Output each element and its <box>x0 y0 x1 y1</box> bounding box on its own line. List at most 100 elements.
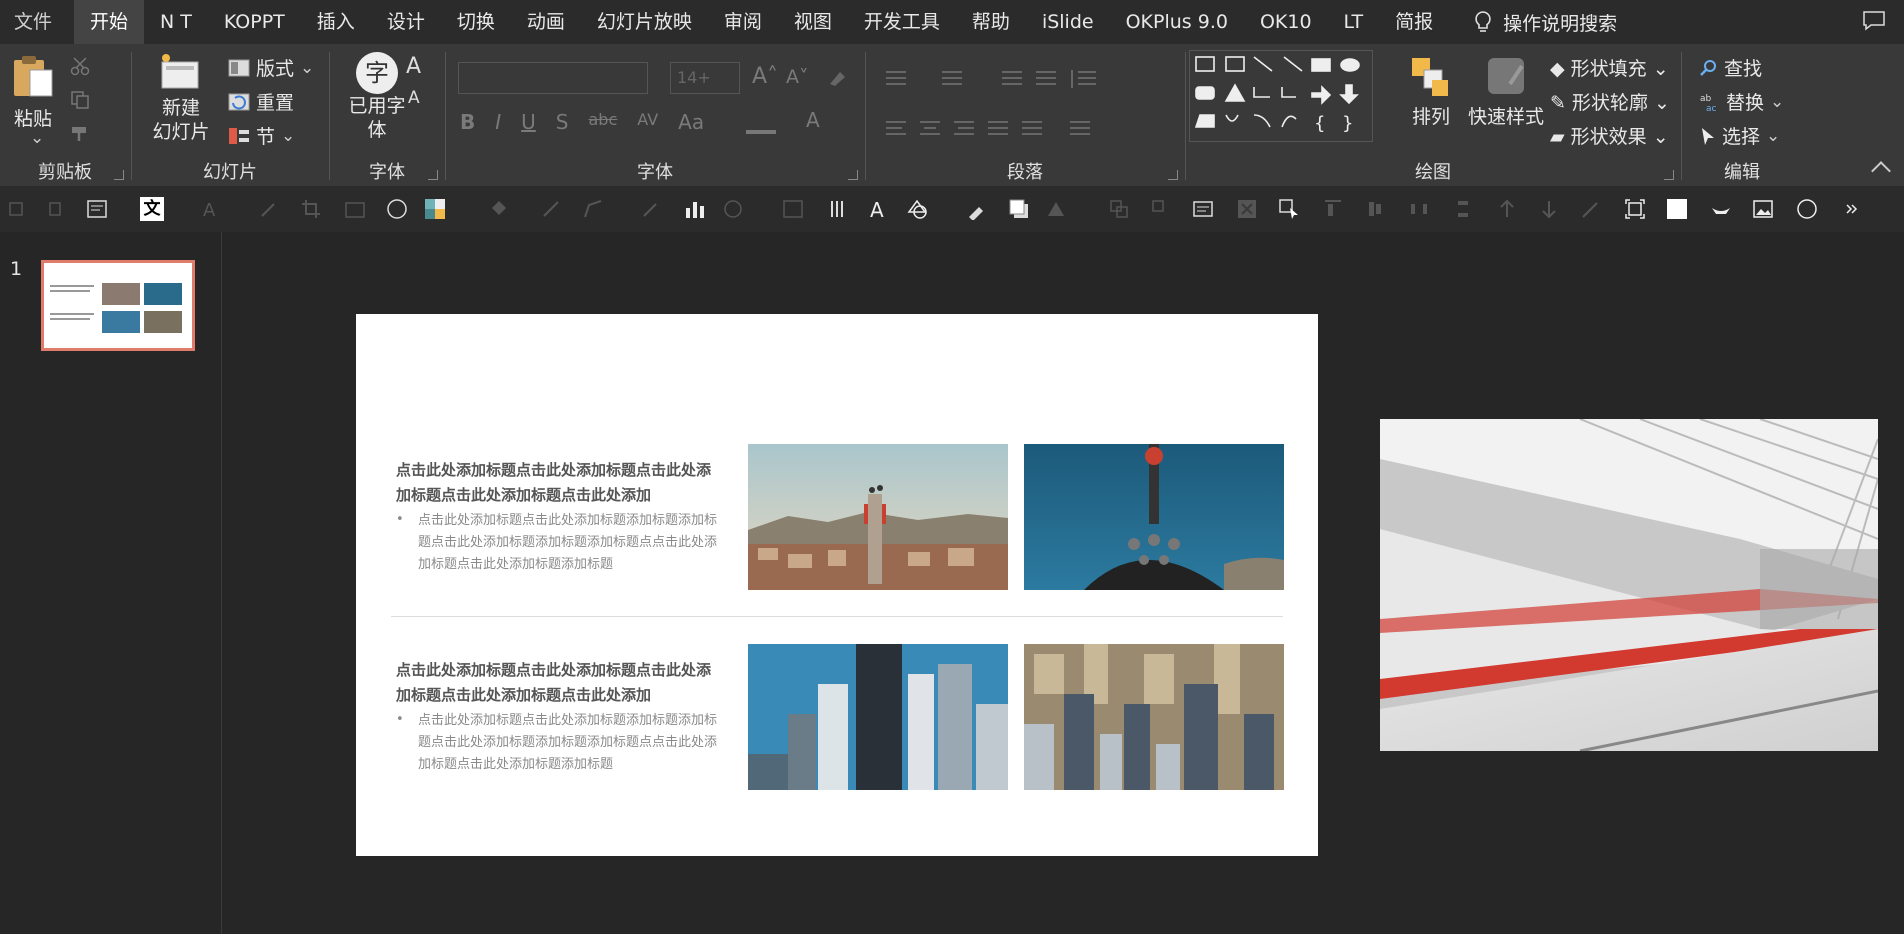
align-middle-icon[interactable] <box>1364 198 1386 220</box>
char-spacing-icon[interactable]: AV <box>637 110 658 134</box>
strikethrough-icon[interactable]: abc <box>589 110 618 134</box>
align-left-icon[interactable] <box>6 198 28 220</box>
font-color-icon[interactable]: A <box>806 108 820 132</box>
tab-view[interactable]: 视图 <box>778 0 848 44</box>
shrink-font-icon[interactable]: A <box>408 88 420 108</box>
text-effect-icon[interactable]: A <box>868 198 890 220</box>
find-button[interactable]: 查找 <box>1700 54 1762 81</box>
group-objects-icon[interactable] <box>1108 198 1130 220</box>
row1-title[interactable]: 点击此处添加标题点击此处添加标题点击此处添加标题点击此处添加标题点击此处添加 <box>396 458 716 508</box>
brush-icon[interactable] <box>966 198 988 220</box>
table-icon[interactable] <box>782 198 804 220</box>
lamp-icon[interactable] <box>1710 198 1732 220</box>
new-slide-button[interactable]: 新建 幻灯片 <box>146 52 216 144</box>
shape-outline-button[interactable]: ✎ 形状轮廓 ⌄ <box>1550 88 1670 115</box>
photo-helicopter-ocean[interactable] <box>1024 444 1284 590</box>
tab-animations[interactable]: 动画 <box>511 0 581 44</box>
tab-ok10[interactable]: OK10 <box>1244 0 1328 44</box>
dropper-icon[interactable] <box>640 198 662 220</box>
distribute-v-icon[interactable] <box>1452 198 1474 220</box>
shadow-icon[interactable]: S <box>556 110 569 134</box>
format-painter-icon[interactable] <box>70 124 92 144</box>
tab-jianbao[interactable]: 简报 <box>1379 0 1449 44</box>
picture-icon[interactable] <box>344 198 366 220</box>
paragraph-launcher[interactable] <box>1168 170 1178 180</box>
tab-koppt[interactable]: KOPPT <box>208 0 301 44</box>
tab-transitions[interactable]: 切换 <box>441 0 511 44</box>
shape-fill-button[interactable]: ◆ 形状填充 ⌄ <box>1550 54 1669 81</box>
tab-insert[interactable]: 插入 <box>301 0 371 44</box>
layout-button[interactable]: 版式 ⌄ <box>228 54 314 81</box>
shadow-box-icon[interactable] <box>1008 198 1030 220</box>
select-button[interactable]: 选择 ⌄ <box>1700 122 1780 149</box>
arrange-button[interactable]: 排列 <box>1406 54 1456 129</box>
decrease-font-icon[interactable]: A˅ <box>786 66 809 88</box>
shape-combine-icon[interactable] <box>722 198 744 220</box>
tab-slideshow[interactable]: 幻灯片放映 <box>581 0 708 44</box>
tab-developer[interactable]: 开发工具 <box>848 0 956 44</box>
font-size-box[interactable]: 14+ <box>670 62 740 94</box>
image-icon[interactable] <box>1752 198 1774 220</box>
row1-body[interactable]: 点击此处添加标题点击此处添加标题添加标题添加标题点击此处添加标题添加标题添加标题… <box>418 510 718 576</box>
bar-chart-icon[interactable] <box>684 198 706 220</box>
paragraph-controls-icon[interactable] <box>876 62 1176 152</box>
crop-icon[interactable] <box>300 198 322 220</box>
align-top-icon[interactable] <box>1322 198 1344 220</box>
slide-thumbnail-1[interactable] <box>41 260 195 351</box>
ellipse-icon[interactable] <box>1796 198 1818 220</box>
text-direction-icon[interactable]: 文 <box>140 197 164 221</box>
used-fonts-button[interactable]: 字 已用字 体 <box>342 52 412 142</box>
grow-font-icon[interactable]: A <box>406 54 421 79</box>
bring-forward-icon[interactable] <box>1496 198 1518 220</box>
outline-icon[interactable] <box>582 198 604 220</box>
eyedropper-icon[interactable] <box>258 198 280 220</box>
close-box-icon[interactable] <box>1236 198 1258 220</box>
font-launcher[interactable] <box>848 170 858 180</box>
color-palette-icon[interactable] <box>424 198 446 220</box>
tab-nt[interactable]: N T <box>144 0 208 44</box>
shape-gallery[interactable]: {} <box>1189 50 1373 142</box>
change-case-icon[interactable]: Aa <box>678 110 704 134</box>
font-name-box[interactable] <box>458 62 648 94</box>
cut-icon[interactable] <box>70 56 92 76</box>
cursor-select-icon[interactable] <box>1278 198 1300 220</box>
tab-home[interactable]: 开始 <box>74 0 145 44</box>
paste-button[interactable]: 粘贴 ⌄ <box>12 52 56 148</box>
section-button[interactable]: 节 ⌄ <box>228 122 295 149</box>
quick-styles-button[interactable]: 快速样式 <box>1468 54 1544 129</box>
shapes-icon[interactable] <box>906 198 928 220</box>
distribute-icon[interactable] <box>44 198 66 220</box>
underline-icon[interactable]: U <box>521 110 536 134</box>
tab-okplus[interactable]: OKPlus 9.0 <box>1110 0 1244 44</box>
reflection-icon[interactable] <box>1046 198 1068 220</box>
collapse-ribbon-icon[interactable] <box>1871 161 1891 181</box>
card-icon[interactable] <box>1192 198 1214 220</box>
highlight-color-icon[interactable] <box>746 110 776 134</box>
row2-title[interactable]: 点击此处添加标题点击此处添加标题点击此处添加标题点击此处添加标题点击此处添加 <box>396 658 716 708</box>
textbox-icon[interactable] <box>86 198 108 220</box>
tab-design[interactable]: 设计 <box>371 0 441 44</box>
copy-icon[interactable] <box>70 90 92 110</box>
circle-icon[interactable] <box>386 198 408 220</box>
italic-icon[interactable]: I <box>495 110 501 134</box>
slide-canvas[interactable]: 点击此处添加标题点击此处添加标题点击此处添加标题点击此处添加标题点击此处添加 •… <box>356 314 1318 856</box>
row2-body[interactable]: 点击此处添加标题点击此处添加标题添加标题添加标题点击此处添加标题添加标题添加标题… <box>418 710 718 776</box>
clipboard-launcher[interactable] <box>114 170 124 180</box>
tab-lt[interactable]: LT <box>1328 0 1380 44</box>
increase-font-icon[interactable]: A˄ <box>752 64 778 89</box>
tab-islide[interactable]: iSlide <box>1026 0 1110 44</box>
photo-city-tower[interactable] <box>748 444 1008 590</box>
pen-icon[interactable] <box>540 198 562 220</box>
font-a-icon[interactable]: A <box>200 198 222 220</box>
drawing-launcher[interactable] <box>1664 170 1674 180</box>
replace-button[interactable]: ab ac 替换 ⌄ <box>1700 88 1784 115</box>
tab-file[interactable]: 文件 <box>0 0 74 44</box>
columns-icon[interactable] <box>826 198 848 220</box>
tab-review[interactable]: 审阅 <box>708 0 778 44</box>
magic-icon[interactable] <box>1580 198 1602 220</box>
offslide-image-subway[interactable] <box>1380 419 1878 751</box>
distribute-h-icon[interactable] <box>1408 198 1430 220</box>
reset-button[interactable]: 重置 <box>228 88 294 115</box>
fit-frame-icon[interactable] <box>1624 198 1646 220</box>
more-icon[interactable] <box>1840 198 1862 220</box>
